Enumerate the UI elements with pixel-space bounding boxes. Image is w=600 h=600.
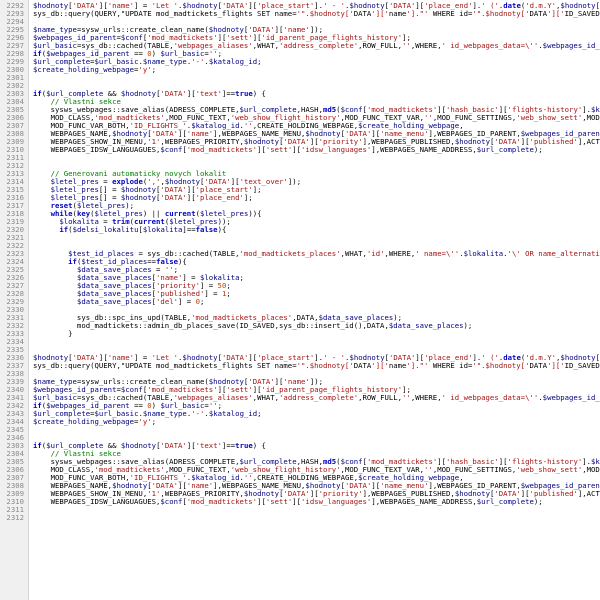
code-text: sys_db::query(QUERY,"UPDATE mod_madticke… (33, 361, 600, 370)
code-line[interactable]: 2300 $create_holding_webpage='y'; (0, 66, 600, 74)
code-line[interactable]: 2311 (0, 154, 600, 162)
code-line[interactable]: 2293 sys_db::query(QUERY,"UPDATE mod_madt… (0, 10, 600, 18)
code-line[interactable]: 2312 (0, 514, 600, 522)
code-text: $create_holding_webpage='y'; (33, 417, 157, 426)
code-line[interactable]: 2311 (0, 506, 600, 514)
code-text: $data_save_places['del'] = 0; (76, 297, 205, 306)
code-text: WEBPAGES_IDSW_LANGUAGUES,$conf['mod_madt… (33, 497, 543, 506)
code-line[interactable]: 2333 } (0, 330, 600, 338)
line-number: 2312 (6, 513, 24, 522)
code-line[interactable]: 2332 mod_madtickets::admin_db_places_sav… (0, 322, 600, 330)
code-text: WEBPAGES_IDSW_LANGUAGUES,$conf['mod_madt… (33, 145, 543, 154)
code-line[interactable]: 2345 (0, 426, 600, 434)
code-text: $create_holding_webpage='y'; (33, 65, 157, 74)
code-line[interactable]: 2337 sys_db::query(QUERY,"UPDATE mod_madt… (0, 362, 600, 370)
code-line[interactable]: 2321 (0, 234, 600, 242)
code-line[interactable]: 2344 $create_holding_webpage='y'; (0, 418, 600, 426)
code-text: mod_madtickets::admin_db_places_save(ID_… (33, 321, 473, 330)
code-text: if($delsi_lokalitu[$lokalita]==false){ (59, 225, 227, 234)
code-line[interactable]: 2329 $data_save_places['del'] = 0; (0, 298, 600, 306)
code-line[interactable]: 2310 WEBPAGES_IDSW_LANGUAGUES,$conf['mod… (0, 498, 600, 506)
code-text: sys_db::query(QUERY,"UPDATE mod_madticke… (33, 9, 600, 18)
code-line[interactable]: 2301 (0, 74, 600, 82)
code-line[interactable]: 2320 if($delsi_lokalitu[$lokalita]==fals… (0, 226, 600, 234)
code-line[interactable]: 2310 WEBPAGES_IDSW_LANGUAGUES,$conf['mod… (0, 146, 600, 154)
code-text: } (33, 329, 73, 338)
code-editor[interactable]: 2292 $hodnoty['DATA']['name'] = 'Let '.$h… (0, 0, 600, 600)
code-line[interactable]: 2334 (0, 338, 600, 346)
